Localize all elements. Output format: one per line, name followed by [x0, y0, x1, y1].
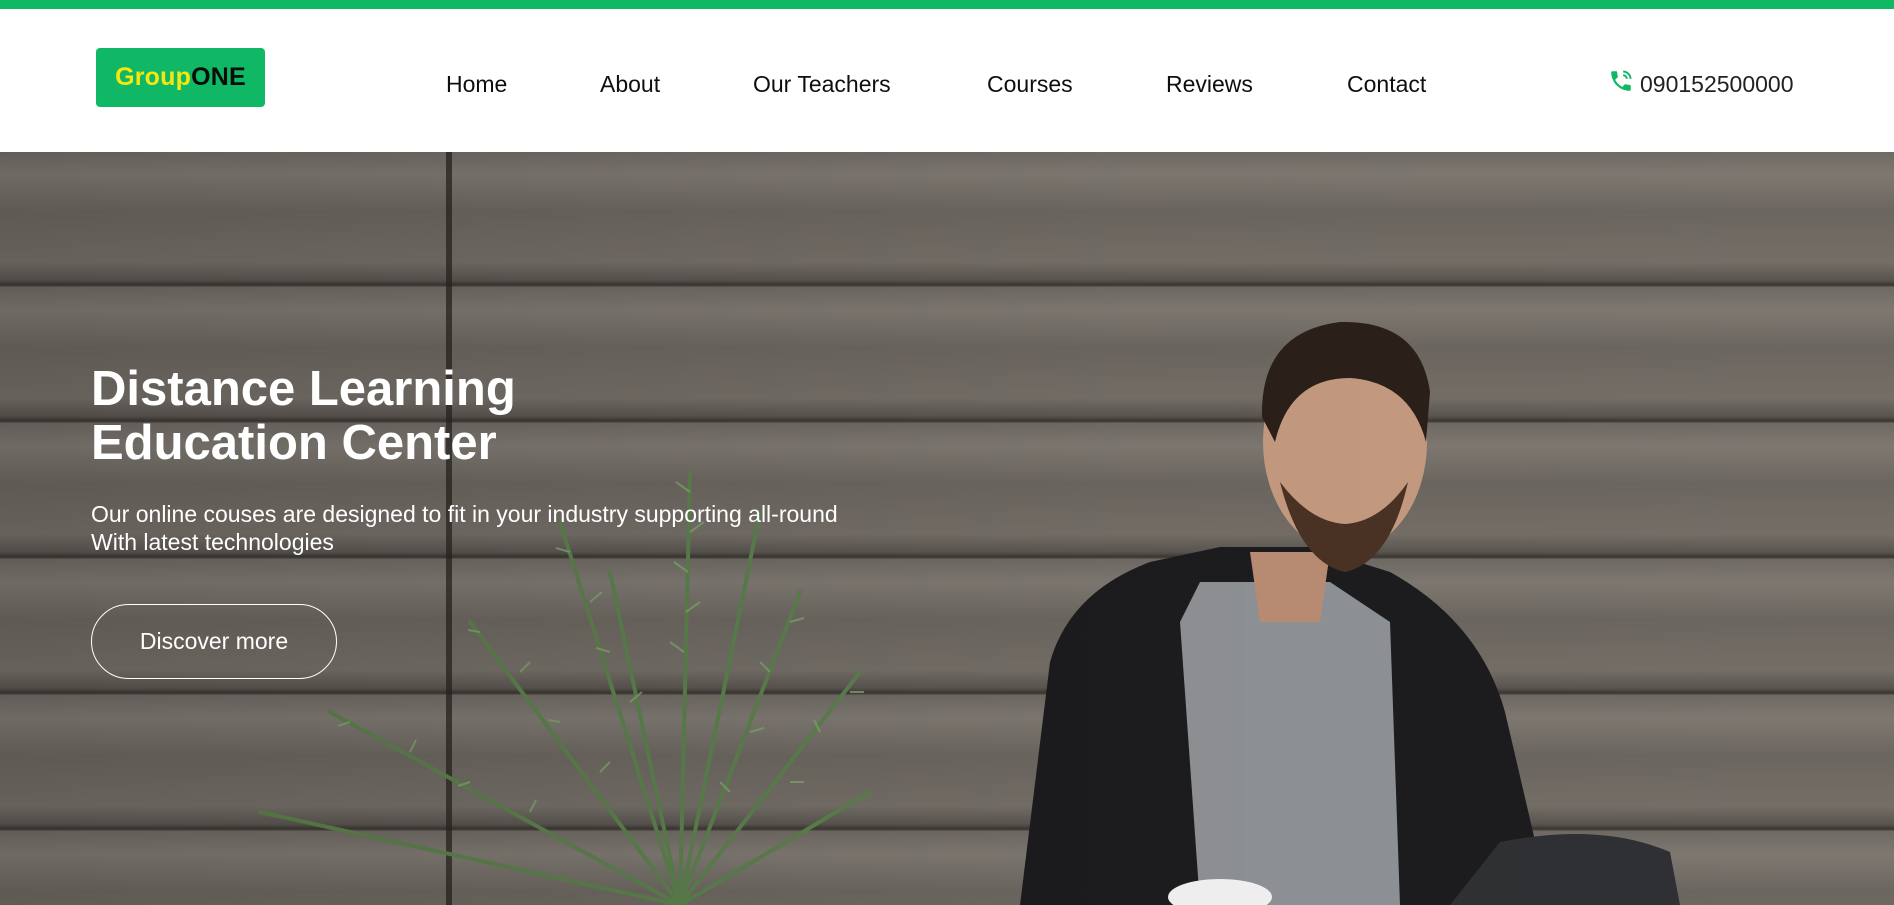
logo-text-one: ONE: [191, 63, 246, 91]
hero-title-line-1: Distance Learning: [91, 362, 516, 416]
hero-cta-wrapper: Discover more: [91, 604, 337, 679]
hero-content: Distance Learning Education Center Our o…: [91, 362, 911, 556]
site-header: Group ONE Home About Our Teachers Courses…: [0, 9, 1894, 152]
hero-subtitle-line-1: Our online couses are designed to fit in…: [91, 501, 838, 527]
nav-item-courses[interactable]: Courses: [987, 64, 1073, 104]
hero-banner: Distance Learning Education Center Our o…: [0, 152, 1894, 905]
discover-more-button[interactable]: Discover more: [91, 604, 337, 679]
hero-title-line-2: Education Center: [91, 416, 497, 470]
brand-logo[interactable]: Group ONE: [96, 48, 265, 107]
phone-contact[interactable]: 090152500000: [1608, 64, 1794, 104]
top-accent-stripe: [0, 0, 1894, 9]
hero-title: Distance Learning Education Center: [91, 362, 911, 470]
nav-item-reviews[interactable]: Reviews: [1166, 64, 1253, 104]
hero-subtitle-line-2: With latest technologies: [91, 529, 334, 555]
nav-item-about[interactable]: About: [600, 64, 660, 104]
nav-item-contact[interactable]: Contact: [1347, 64, 1426, 104]
phone-number: 090152500000: [1640, 70, 1794, 97]
nav-item-home[interactable]: Home: [446, 64, 507, 104]
nav-item-our-teachers[interactable]: Our Teachers: [753, 64, 891, 104]
phone-icon: [1608, 68, 1634, 100]
logo-text-group: Group: [115, 63, 192, 91]
hero-subtitle: Our online couses are designed to fit in…: [91, 500, 911, 556]
